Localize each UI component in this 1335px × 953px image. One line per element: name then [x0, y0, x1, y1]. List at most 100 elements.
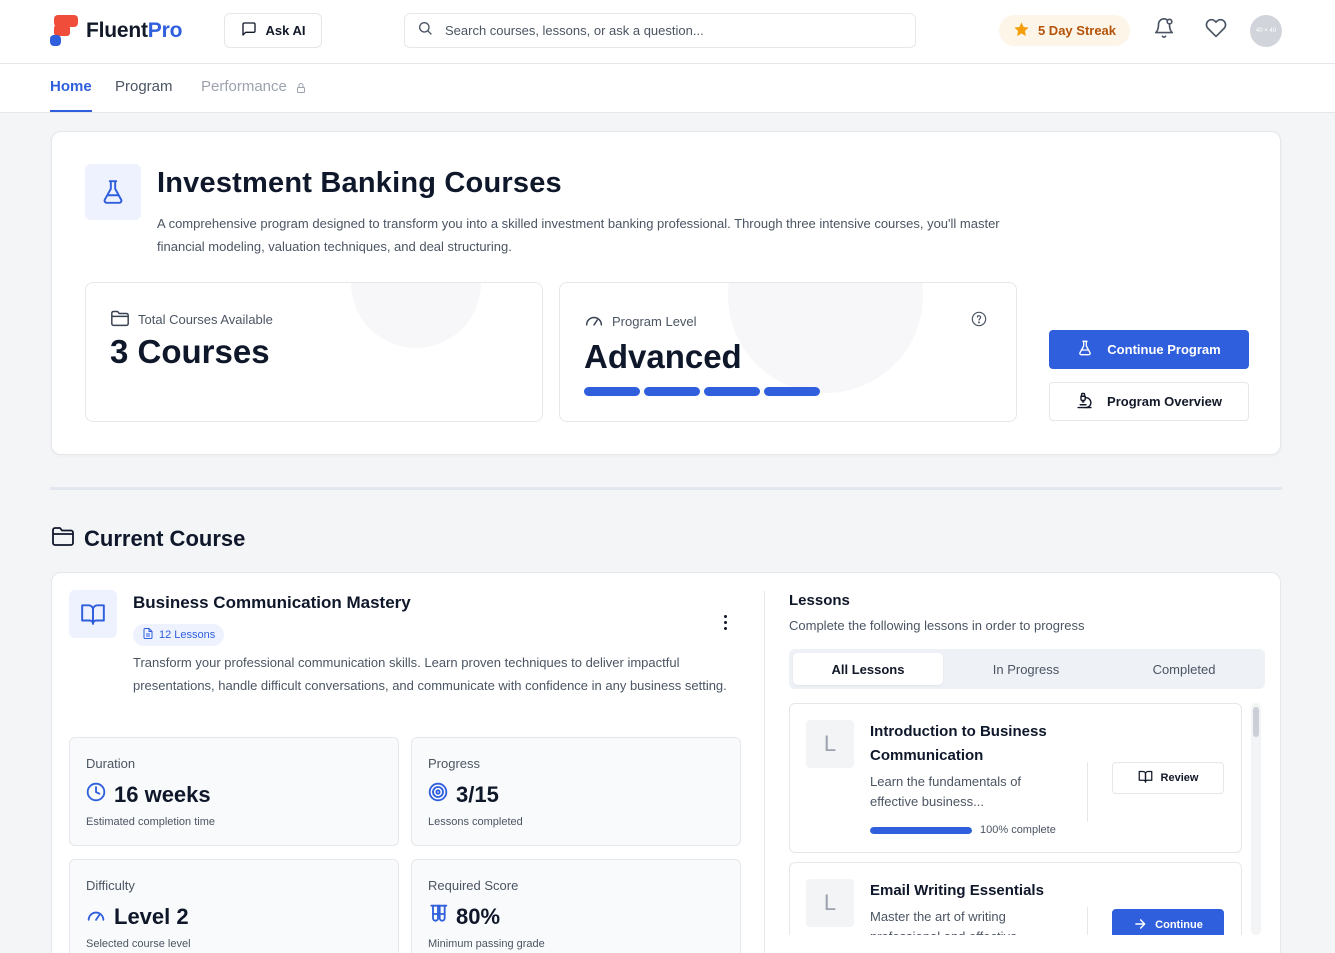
book-open-icon: [1138, 769, 1153, 787]
lock-icon: [295, 78, 307, 112]
logo[interactable]: FluentPro: [50, 15, 182, 47]
current-course-title: Current Course: [84, 526, 246, 551]
lesson-avatar: L: [806, 879, 854, 927]
duration-label: Duration: [86, 756, 136, 771]
difficulty-value: Level 2: [114, 904, 189, 929]
required-score-value: 80%: [456, 904, 501, 929]
tab-completed[interactable]: Completed: [1109, 653, 1259, 685]
review-button[interactable]: Review: [1112, 762, 1224, 794]
target-icon: [428, 782, 448, 808]
continue-label: Continue: [1155, 919, 1203, 931]
folder-open-icon: [51, 525, 75, 553]
difficulty-value-row: Level 2: [86, 904, 189, 930]
duration-value: 16 weeks: [114, 782, 211, 807]
program-title: Investment Banking Courses: [157, 167, 562, 199]
list-item[interactable]: L Email Writing Essentials Master the ar…: [789, 862, 1242, 935]
duration-stat: Duration 16 weeks Estimated completion t…: [69, 737, 399, 846]
progress-value: 3/15: [456, 782, 499, 807]
total-courses-value: 3 Courses: [110, 333, 270, 370]
lessons-count-label: 12 Lessons: [159, 629, 216, 641]
required-score-sub: Minimum passing grade: [428, 938, 545, 950]
program-overview-button[interactable]: Program Overview: [1049, 382, 1249, 421]
ask-ai-button[interactable]: Ask AI: [224, 13, 322, 48]
lesson-progress: 100% complete: [870, 824, 1056, 836]
duration-value-row: 16 weeks: [86, 782, 211, 808]
level-bar: [764, 387, 820, 396]
duration-sub: Estimated completion time: [86, 816, 215, 828]
column-divider: [764, 591, 765, 953]
streak-badge[interactable]: 5 Day Streak: [999, 15, 1130, 46]
program-level-label-row: Program Level: [584, 311, 697, 332]
progress-bar-fill: [870, 826, 972, 834]
lessons-filter-tabs: All Lessons In Progress Completed: [789, 649, 1265, 689]
tab-in-progress[interactable]: In Progress: [951, 653, 1101, 685]
course-title: Business Communication Mastery: [133, 593, 411, 612]
lesson-title: Introduction to Business Communication: [870, 723, 1047, 764]
ask-ai-label: Ask AI: [265, 23, 306, 38]
decorative-circle: [728, 283, 923, 393]
lesson-avatar: L: [806, 720, 854, 768]
level-indicator: [584, 387, 820, 396]
section-divider: [50, 487, 1282, 490]
lesson-divider: [1087, 907, 1088, 935]
microscope-icon: [1076, 392, 1093, 412]
arrow-right-icon: [1133, 917, 1147, 934]
list-item[interactable]: L Introduction to Business Communication…: [789, 703, 1242, 853]
folder-icon: [110, 309, 130, 330]
program-level-value: Advanced: [584, 338, 742, 375]
bell-icon: [1153, 17, 1175, 44]
progress-label: Progress: [428, 756, 481, 771]
star-icon: [1013, 21, 1030, 41]
help-circle-icon[interactable]: [971, 311, 987, 332]
total-courses-label: Total Courses Available: [138, 312, 273, 327]
lesson-title: Email Writing Essentials: [870, 882, 1044, 899]
avatar[interactable]: 40 × 40: [1250, 15, 1282, 47]
more-options-icon[interactable]: [717, 611, 733, 633]
progress-value-row: 3/15: [428, 782, 499, 808]
test-tubes-icon: [428, 904, 448, 930]
lessons-count-badge: 12 Lessons: [133, 624, 225, 646]
program-level-label: Program Level: [612, 314, 697, 329]
logo-text: FluentPro: [86, 19, 183, 42]
continue-button[interactable]: Continue: [1112, 909, 1224, 935]
file-text-icon: [142, 627, 154, 643]
tab-all-lessons[interactable]: All Lessons: [793, 653, 943, 685]
flask-icon: [1077, 340, 1093, 359]
lesson-description: Learn the fundamentals of effective busi…: [870, 774, 1022, 809]
level-bar: [584, 387, 640, 396]
tab-performance[interactable]: Performance: [201, 78, 307, 112]
course-description: Transform your professional communicatio…: [133, 655, 727, 693]
heart-icon: [1205, 17, 1227, 44]
review-label: Review: [1160, 772, 1199, 784]
gauge-icon: [86, 904, 106, 930]
level-bar: [704, 387, 760, 396]
program-card: Investment Banking Courses A comprehensi…: [51, 131, 1281, 455]
favorites-button[interactable]: [1204, 18, 1228, 42]
flask-icon: [85, 164, 141, 220]
streak-label: 5 Day Streak: [1037, 23, 1117, 38]
progress-bar: [870, 826, 972, 834]
decorative-circle: [351, 283, 481, 348]
main-nav: Home Program Performance: [0, 64, 1335, 113]
continue-program-button[interactable]: Continue Program: [1049, 330, 1249, 369]
notifications-button[interactable]: [1152, 17, 1176, 44]
total-courses-card: Total Courses Available 3 Courses: [85, 282, 543, 422]
difficulty-stat: Difficulty Level 2 Selected course level: [69, 859, 399, 953]
tab-program[interactable]: Program: [115, 78, 173, 112]
required-score-label: Required Score: [428, 878, 519, 893]
progress-sub: Lessons completed: [428, 816, 523, 828]
tab-home[interactable]: Home: [50, 78, 92, 112]
difficulty-sub: Selected course level: [86, 938, 191, 950]
required-score-value-row: 80%: [428, 904, 500, 930]
search-input[interactable]: [445, 23, 885, 38]
scrollbar-thumb[interactable]: [1253, 707, 1259, 737]
search-bar[interactable]: [404, 13, 916, 48]
message-square-icon: [241, 21, 257, 40]
difficulty-label: Difficulty: [86, 878, 135, 893]
progress-label: 100% complete: [980, 824, 1056, 836]
progress-stat: Progress 3/15 Lessons completed: [411, 737, 741, 846]
gauge-icon: [584, 311, 604, 332]
lessons-subheading: Complete the following lessons in order …: [789, 618, 1085, 633]
search-icon: [417, 20, 433, 41]
lesson-list-scrollbar[interactable]: [1251, 703, 1261, 935]
